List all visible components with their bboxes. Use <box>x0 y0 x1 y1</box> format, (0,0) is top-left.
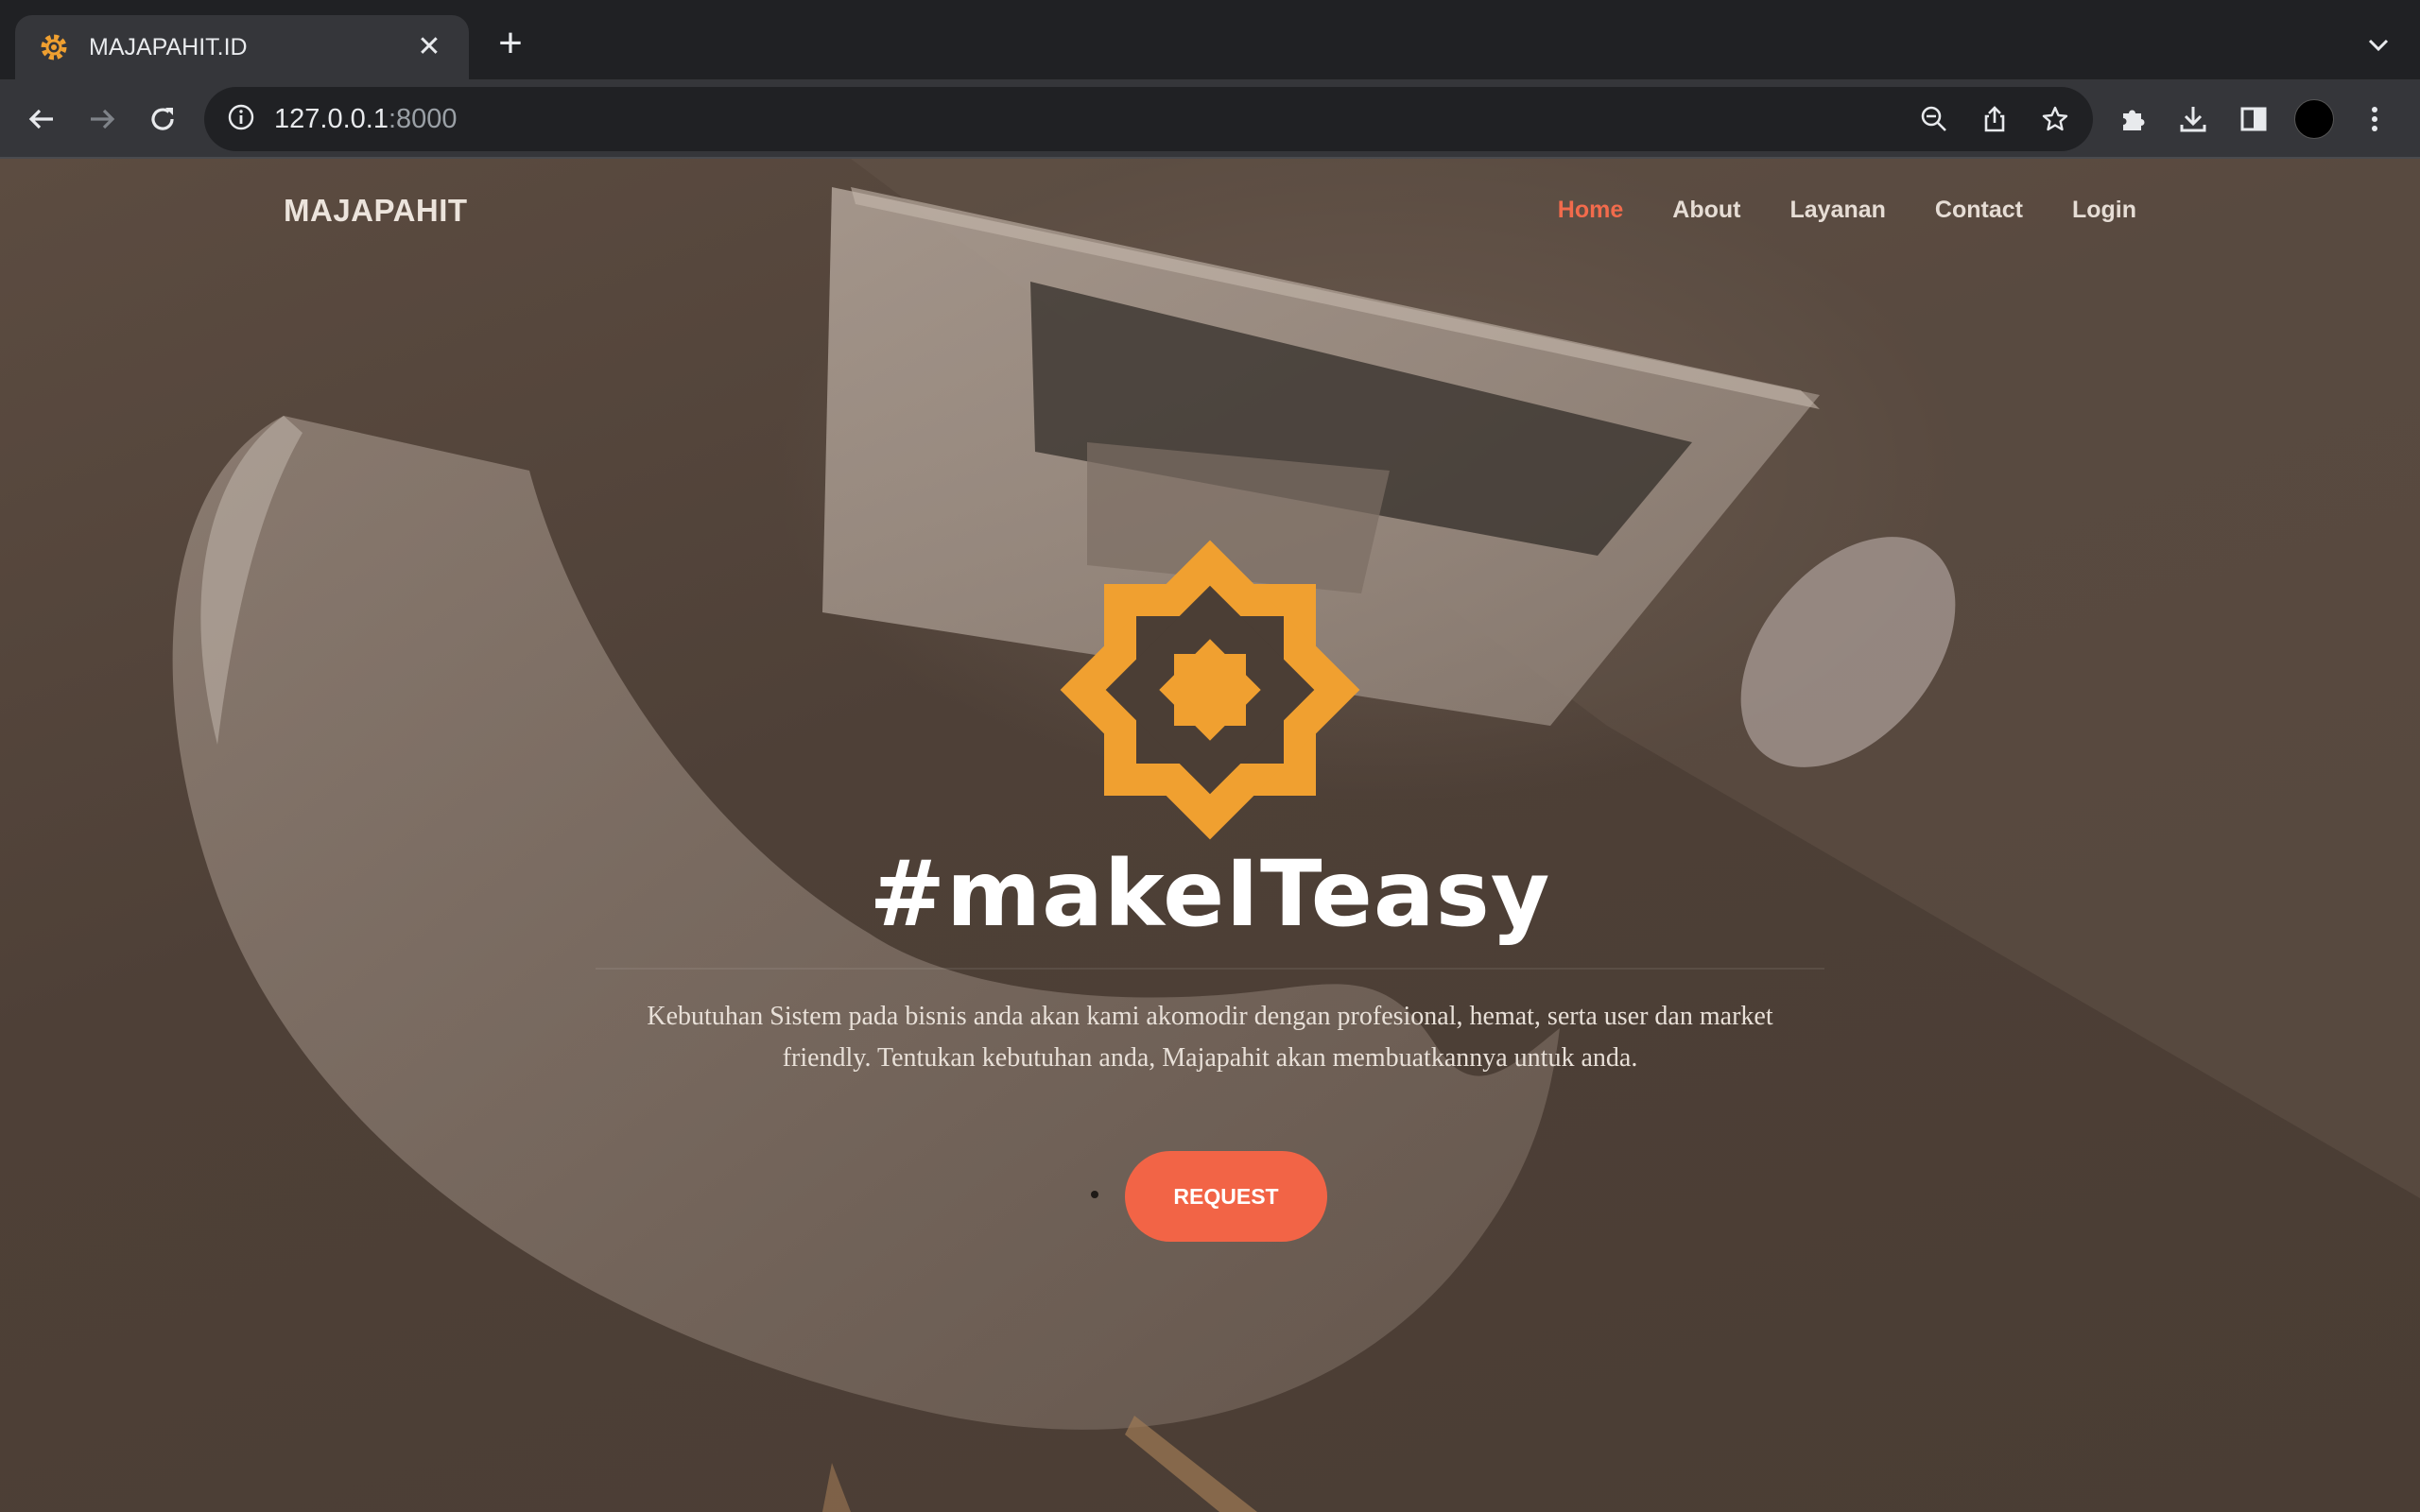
hero-title: #makeITeasy <box>869 841 1551 947</box>
url-port: :8000 <box>388 103 458 134</box>
carousel-dot[interactable] <box>1091 1191 1098 1198</box>
info-icon[interactable] <box>227 103 259 135</box>
address-bar[interactable]: 127.0.0.1:8000 <box>204 87 2093 151</box>
hero-description: Kebutuhan Sistem pada bisnis anda akan k… <box>647 1002 1773 1073</box>
menu-icon[interactable] <box>2352 96 2397 142</box>
nav-contact[interactable]: Contact <box>1935 197 2023 224</box>
nav-about[interactable]: About <box>1672 197 1740 224</box>
nav-layanan[interactable]: Layanan <box>1789 197 1885 224</box>
browser-tab-bar: MAJAPAHIT.ID ✕ + <box>0 0 2420 79</box>
profile-avatar[interactable] <box>2291 96 2337 142</box>
close-icon[interactable]: ✕ <box>412 30 446 64</box>
back-icon[interactable] <box>19 96 64 142</box>
nav-home[interactable]: Home <box>1558 197 1623 224</box>
tab-title: MAJAPAHIT.ID <box>89 33 248 60</box>
avatar <box>2294 99 2334 139</box>
browser-tab[interactable]: MAJAPAHIT.ID ✕ <box>15 15 469 79</box>
address-bar-actions <box>1896 96 2078 142</box>
side-panel-icon[interactable] <box>2231 96 2276 142</box>
download-icon[interactable] <box>2170 96 2216 142</box>
site-menu: Home About Layanan Contact Login <box>1509 197 2136 224</box>
browser-toolbar: 127.0.0.1:8000 <box>0 79 2420 159</box>
forward-icon[interactable] <box>79 96 125 142</box>
url-text[interactable]: 127.0.0.1:8000 <box>274 104 458 135</box>
site-brand[interactable]: MAJAPAHIT <box>284 193 468 229</box>
star-icon[interactable] <box>2032 96 2078 142</box>
majapahit-star-logo <box>1060 540 1360 840</box>
reload-icon[interactable] <box>140 96 185 142</box>
site-navbar: MAJAPAHIT Home About Layanan Contact Log… <box>284 193 2136 242</box>
browser-right-tools <box>2110 96 2412 142</box>
extensions-icon[interactable] <box>2110 96 2155 142</box>
page-viewport: MAJAPAHIT Home About Layanan Contact Log… <box>0 159 2420 1512</box>
share-icon[interactable] <box>1972 96 2017 142</box>
new-tab-button[interactable]: + <box>490 23 531 66</box>
hero-divider <box>596 968 1824 970</box>
request-button[interactable]: REQUEST <box>1125 1151 1327 1242</box>
tab-list-icon[interactable] <box>2361 28 2395 62</box>
nav-login[interactable]: Login <box>2072 197 2136 224</box>
zoom-out-icon[interactable] <box>1911 96 1957 142</box>
gear-icon <box>38 31 70 63</box>
url-host: 127.0.0.1 <box>274 103 389 134</box>
